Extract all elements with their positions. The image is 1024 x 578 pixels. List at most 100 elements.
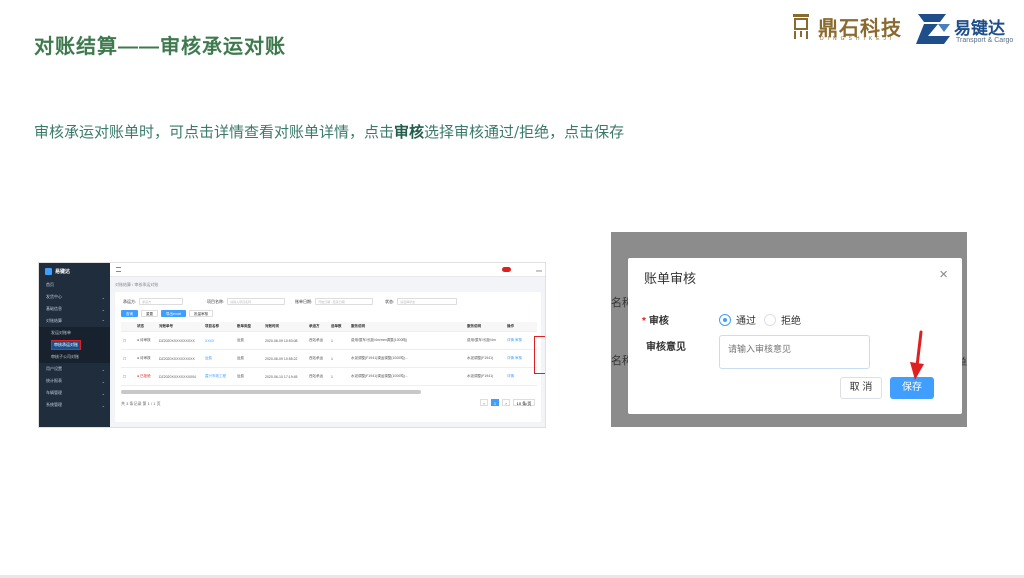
toolbar: 查询 重置 导出excel 批量审核 bbox=[121, 310, 214, 317]
close-icon[interactable]: × bbox=[939, 266, 948, 283]
status-cell: ● 待审核 bbox=[137, 338, 151, 342]
page-number[interactable]: 1 bbox=[491, 399, 499, 406]
pagination-info: 共 3 条记录 第 1 / 1 页 bbox=[121, 401, 161, 406]
status-select[interactable]: 请选择状态 bbox=[397, 298, 458, 305]
status-cell: ● 已拒绝 bbox=[137, 374, 151, 378]
page-size-select[interactable]: 10 条/页 bbox=[513, 399, 535, 406]
filter-label: 状态: bbox=[385, 298, 395, 304]
sidebar-item-label: 首页 bbox=[46, 282, 54, 287]
radio-unchecked-icon bbox=[764, 313, 776, 326]
sidebar-item-label: 用户设置 bbox=[46, 366, 62, 371]
sidebar-item-shipping-statement[interactable]: 发运对账单 bbox=[39, 327, 110, 339]
detail-link[interactable]: 详情 bbox=[507, 338, 514, 342]
opinion-label: 审核意见 bbox=[646, 342, 686, 353]
prev-page-icon[interactable]: ‹ bbox=[480, 399, 488, 406]
filter-label: 项目名称: bbox=[207, 298, 225, 304]
horizontal-scrollbar[interactable] bbox=[121, 390, 421, 394]
chevron-down-icon: ⌄ bbox=[101, 378, 105, 384]
status-cell: ● 待审核 bbox=[137, 356, 151, 360]
sidebar-item-vehicles[interactable]: 车辆管理 ⌄ bbox=[39, 387, 110, 399]
yijianda-logo-name: 易键达 bbox=[954, 19, 1005, 38]
filter-label: 承运方: bbox=[123, 298, 137, 304]
review-link[interactable]: 审核 bbox=[515, 356, 522, 360]
required-mark: * bbox=[642, 316, 646, 327]
type-cell: 运费 bbox=[237, 356, 244, 360]
radio-pass[interactable]: 通过 bbox=[719, 312, 756, 327]
user-name[interactable]: xxx bbox=[536, 268, 542, 273]
project-cell[interactable]: XXXX bbox=[203, 339, 235, 343]
sidebar-item-system[interactable]: 系统管理 ⌄ bbox=[39, 399, 110, 411]
type-cell: 运费 bbox=[237, 374, 244, 378]
radio-reject-label: 拒绝 bbox=[781, 316, 801, 327]
sidebar-item-label: 发货中心 bbox=[46, 294, 62, 299]
chevron-up-icon: ⌃ bbox=[101, 318, 105, 324]
cancel-button[interactable]: 取 消 bbox=[840, 377, 882, 399]
slide-description: 审核承运对账单时，可点击详情查看对账单详情，点击审核选择审核通过/拒绝，点击保存 bbox=[34, 121, 624, 142]
carrier-input[interactable]: 承运方 bbox=[139, 298, 184, 305]
carrier-cell: 西站承运 bbox=[309, 338, 323, 342]
sidebar-item-reports[interactable]: 统计报表 ⌄ bbox=[39, 375, 110, 387]
sidebar-item-basic-info[interactable]: 基础信息 ⌄ bbox=[39, 303, 110, 315]
project-input[interactable]: 请输入项目名称 bbox=[227, 298, 286, 305]
sidebar-item-user-settings[interactable]: 用户设置 ⌄ bbox=[39, 363, 110, 375]
service-cell: 水泥调整(F1941)调运调整(1000吨)... bbox=[351, 356, 408, 360]
sidebar-item-home[interactable]: 首页 bbox=[39, 279, 110, 291]
sidebar-item-review-subsidiary[interactable]: 审核子公司对账 bbox=[39, 351, 110, 363]
description-bold: 审核 bbox=[394, 123, 425, 141]
reconciliation-list-screenshot: 易键达 首页 发货中心 ⌄ 基础信息 ⌄ 对账结算 ⌃ 发运对账单 审核承运对账 审核… bbox=[38, 262, 546, 428]
chevron-down-icon: ⌄ bbox=[101, 306, 105, 312]
radio-checked-icon bbox=[719, 313, 731, 326]
row-checkbox[interactable]: ☐ bbox=[121, 357, 135, 361]
menu-toggle-icon[interactable] bbox=[116, 267, 121, 272]
row-checkbox[interactable]: ☐ bbox=[121, 375, 135, 379]
table-header: 状态 对账单号 项目名称 账单类型 对账时间 承运方 运单数 服务说明 服务说明… bbox=[121, 322, 537, 332]
sidebar-item-review-carrier[interactable]: 审核承运对账 bbox=[39, 339, 110, 351]
content-panel: 承运方: 承运方 项目名称: 请输入项目名称 账单日期: 开始日期 - 结束日期 状态… bbox=[115, 292, 541, 422]
sidebar-item-settlement[interactable]: 对账结算 ⌃ bbox=[39, 315, 110, 327]
project-cell[interactable]: 运费 bbox=[203, 356, 235, 361]
count-cell: 1 bbox=[331, 374, 333, 379]
opinion-textarea[interactable] bbox=[719, 335, 870, 369]
header-cell: 服务说明 bbox=[467, 324, 481, 328]
dialog-title: 账单审核 bbox=[644, 271, 697, 286]
sidebar-item-label: 统计报表 bbox=[46, 378, 62, 383]
row-checkbox[interactable]: ☐ bbox=[121, 339, 135, 343]
export-button[interactable]: 导出excel bbox=[161, 310, 187, 317]
statement-no-cell: DZ2020XXXXXXXXXX bbox=[159, 356, 195, 361]
header-cell: 服务说明 bbox=[351, 324, 365, 328]
type-cell: 运费 bbox=[237, 338, 244, 342]
yijianda-logo-sub: Transport & Cargo bbox=[956, 37, 1014, 44]
chevron-down-icon: ⌄ bbox=[101, 390, 105, 396]
notification-badge[interactable] bbox=[502, 267, 511, 272]
filter-carrier: 承运方: 承运方 bbox=[123, 298, 184, 305]
header-cell: 运单数 bbox=[331, 324, 342, 328]
statement-no-cell: DZ2020XXXXXXXX004 bbox=[159, 374, 196, 379]
reset-button[interactable]: 重置 bbox=[141, 310, 158, 317]
detail-link[interactable]: 详情 bbox=[507, 356, 514, 360]
search-button[interactable]: 查询 bbox=[121, 310, 138, 317]
brand-name: 易键达 bbox=[55, 268, 71, 275]
dingshi-logo-icon bbox=[793, 14, 809, 39]
date-range-input[interactable]: 开始日期 - 结束日期 bbox=[315, 298, 374, 305]
sidebar-item-label: 审核子公司对账 bbox=[51, 354, 79, 359]
filter-project: 项目名称: 请输入项目名称 bbox=[207, 298, 286, 305]
batch-review-button[interactable]: 批量审核 bbox=[189, 310, 214, 317]
review-link[interactable]: 审核 bbox=[515, 338, 522, 342]
operation-cell: 详情 审核 bbox=[505, 356, 537, 361]
header-cell: 承运方 bbox=[309, 324, 320, 328]
count-cell: 1 bbox=[331, 338, 333, 343]
service-cell: 水泥调整(F1941)调运调整(1000吨)... bbox=[351, 374, 408, 378]
filter-date: 账单日期: 开始日期 - 结束日期 bbox=[295, 298, 374, 305]
sidebar-item-shipping[interactable]: 发货中心 ⌄ bbox=[39, 291, 110, 303]
sidebar-item-label: 基础信息 bbox=[46, 306, 62, 311]
breadcrumb: 对账结算 / 审核承运对账 bbox=[115, 282, 159, 287]
header-cell: 操作 bbox=[507, 324, 514, 328]
next-page-icon[interactable]: › bbox=[502, 399, 510, 406]
review-dialog: 账单审核 × *审核 通过 拒绝 审核意见 取 消 保存 bbox=[628, 258, 962, 414]
radio-reject[interactable]: 拒绝 bbox=[764, 312, 801, 327]
project-cell[interactable]: 嘉兴市政工程 bbox=[203, 374, 235, 379]
table-row: ☐ ● 待审核 DZ2020XXXXXXXXXX 运费 运费 2020-06-0… bbox=[121, 350, 537, 368]
detail-link[interactable]: 详情 bbox=[507, 374, 514, 378]
chevron-down-icon: ⌄ bbox=[101, 294, 105, 300]
chevron-down-icon: ⌄ bbox=[101, 366, 105, 372]
